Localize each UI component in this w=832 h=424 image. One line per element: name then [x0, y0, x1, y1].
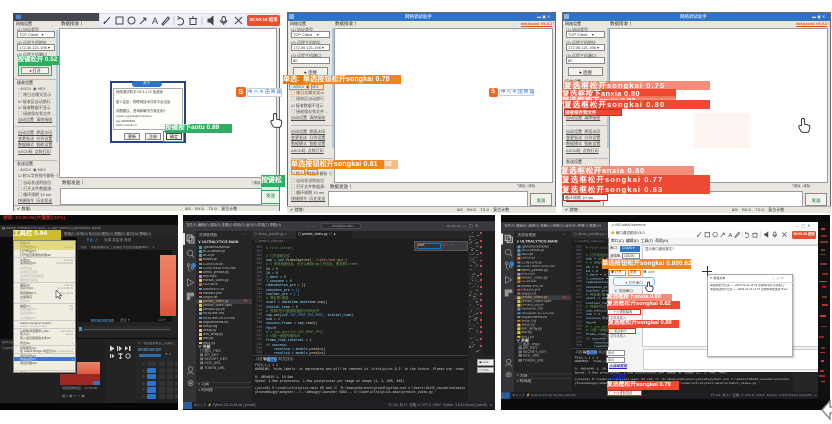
- svg-text:A: A: [152, 16, 158, 26]
- svg-text:A: A: [728, 232, 732, 237]
